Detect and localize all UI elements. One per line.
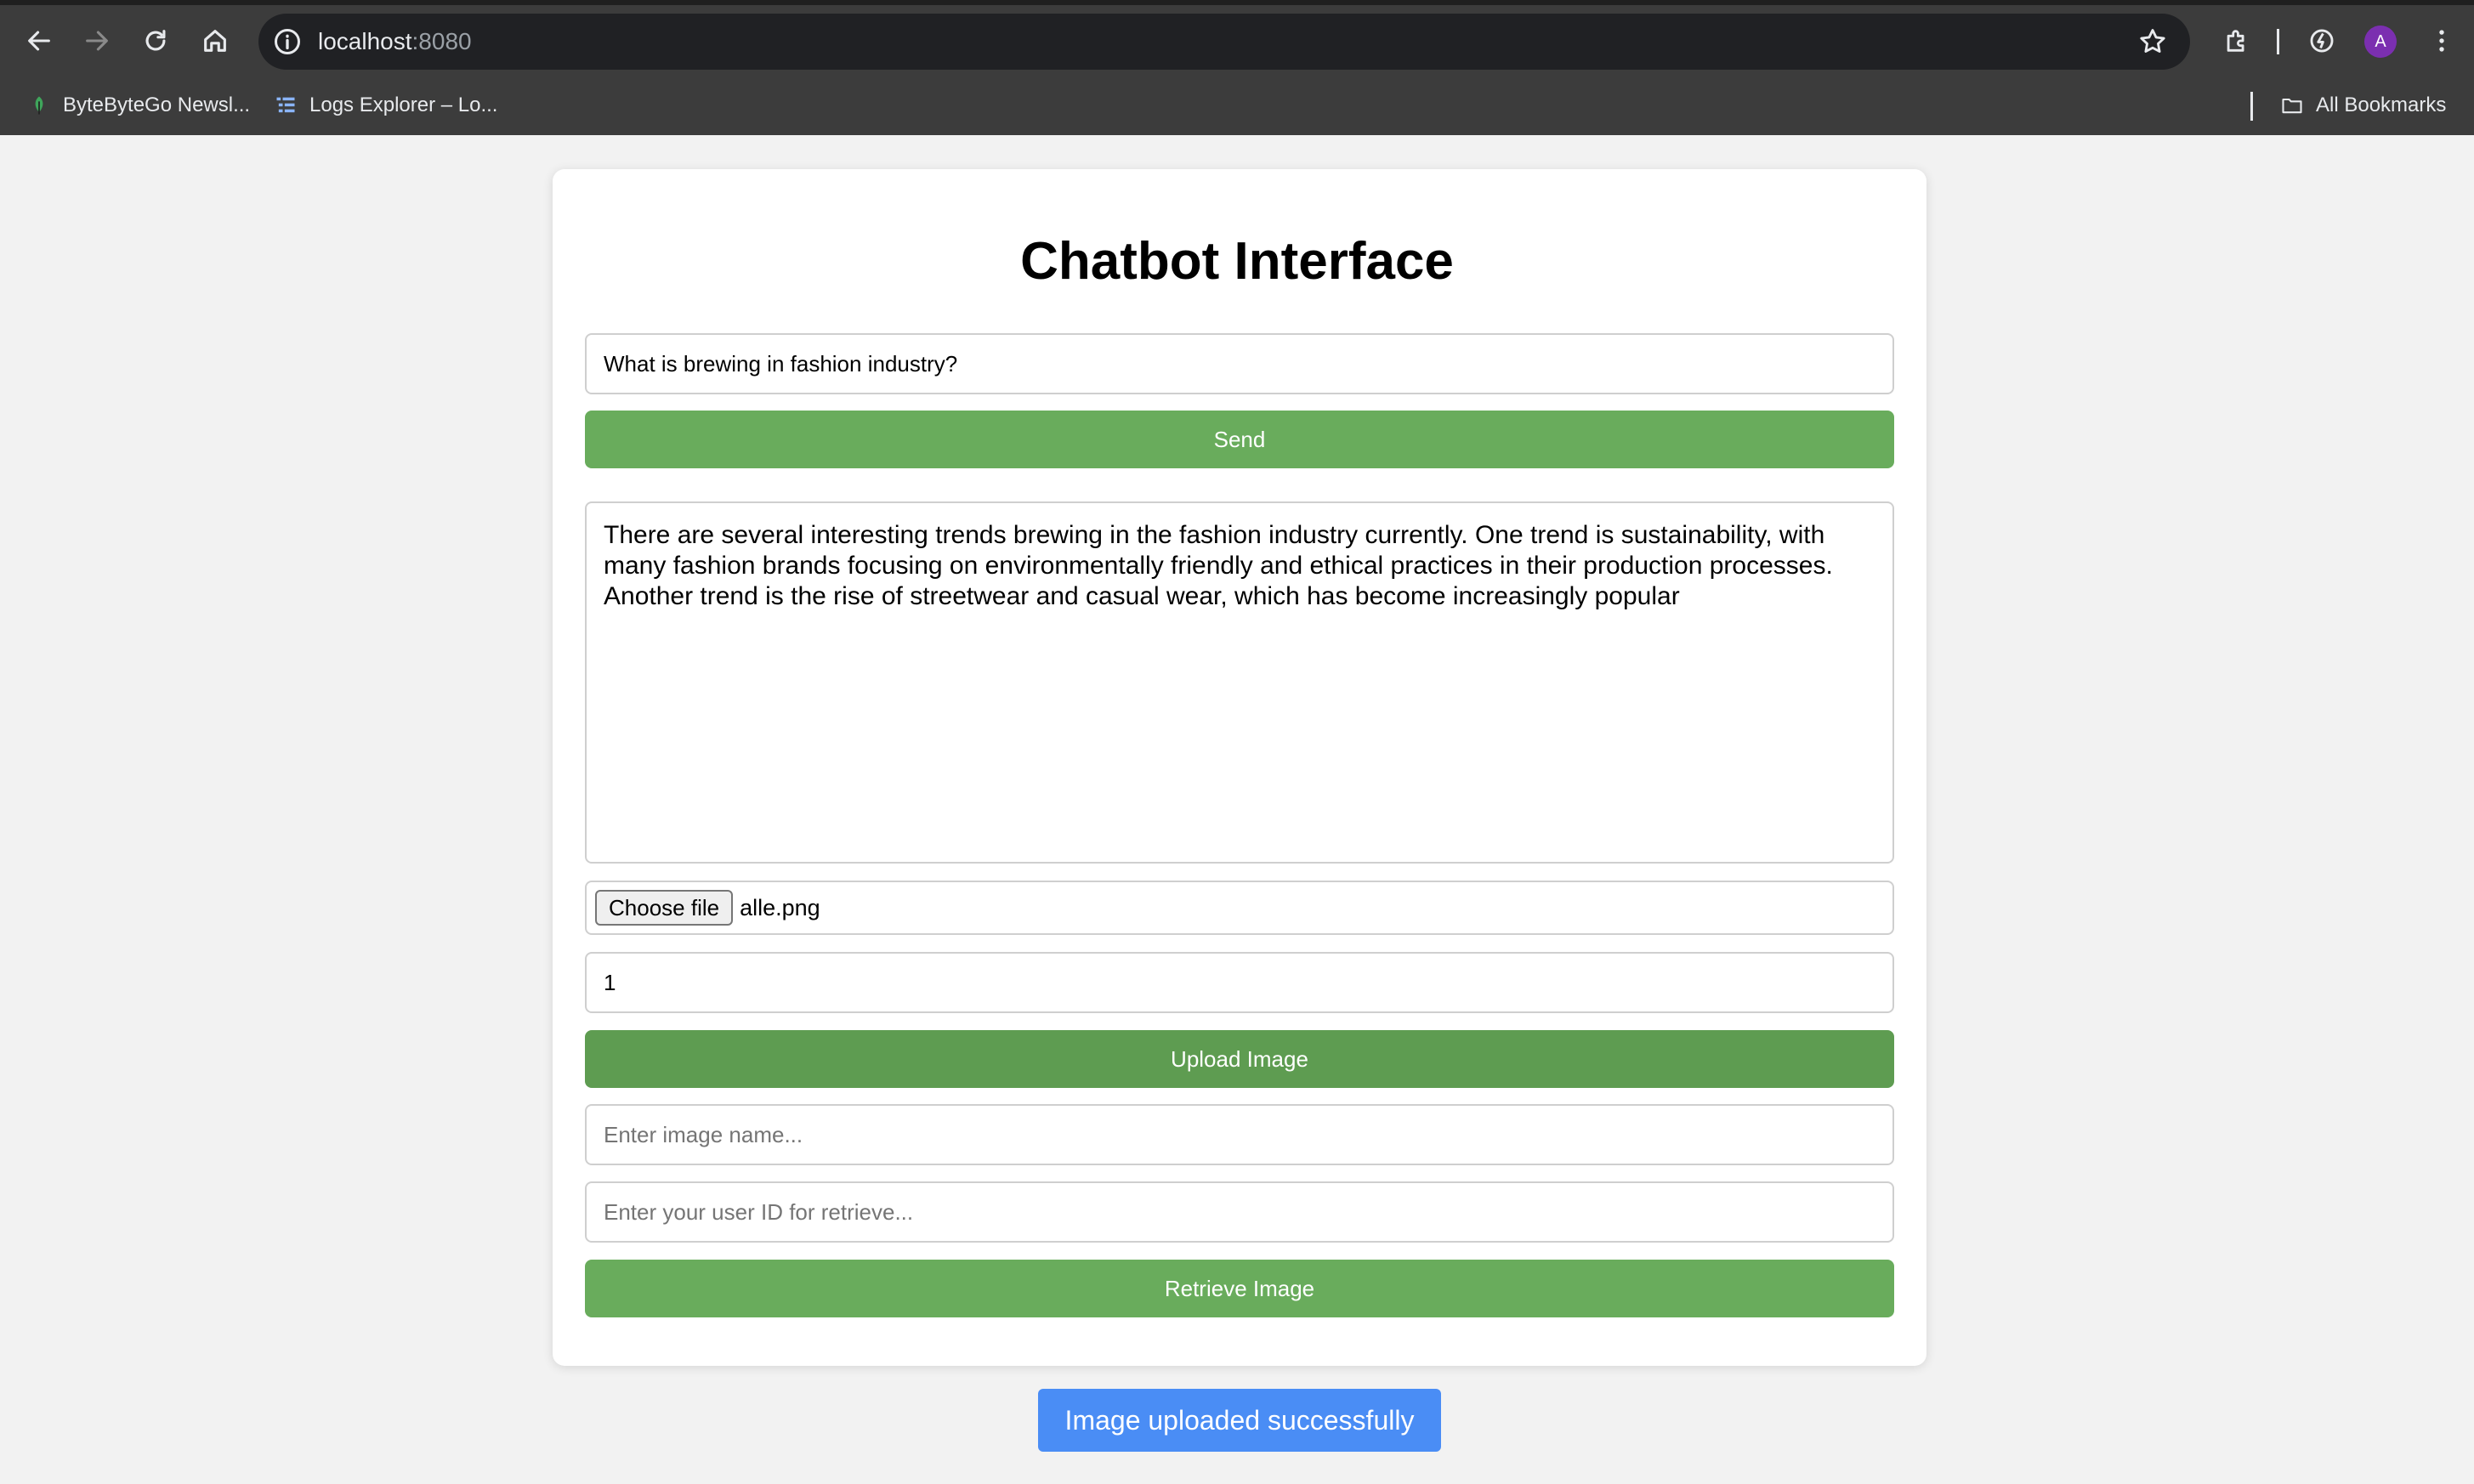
puzzle-icon [2227,30,2244,52]
page-title: Chatbot Interface [1020,232,1454,291]
selected-file-name: alle.png [740,894,820,920]
arrow-left-icon [28,31,50,51]
leaf-favicon-icon [35,96,43,115]
image-name-input[interactable] [585,1104,1894,1165]
query-input[interactable] [585,333,1894,394]
profile-avatar[interactable]: A [2364,25,2397,58]
home-icon [204,30,226,52]
tab-strip [0,0,2474,5]
toolbar-divider [2277,29,2279,54]
browser-chrome: localhost:8080 A ByteByteGo Newsl... Log… [0,0,2474,135]
file-input[interactable]: Choose file alle.png [585,881,1894,935]
status-toast: Image uploaded successfully [1038,1389,1441,1452]
retrieve-user-id-input[interactable] [585,1181,1894,1243]
browser-menu-button[interactable] [2423,22,2460,59]
bookmark-logs-explorer[interactable]: Logs Explorer – Lo... [274,88,497,122]
choose-file-button[interactable]: Choose file [595,890,734,926]
address-bar[interactable]: localhost:8080 [258,14,2190,70]
user-id-input[interactable] [585,952,1894,1013]
url-text[interactable]: localhost:8080 [318,14,472,70]
back-button[interactable] [20,22,58,59]
all-bookmarks-button[interactable]: All Bookmarks [2280,88,2446,122]
bookmark-bytebytego[interactable]: ByteByteGo Newsl... [27,88,250,122]
upload-image-button[interactable]: Upload Image [585,1030,1894,1088]
reload-button[interactable] [137,22,174,59]
performance-icon [2310,29,2334,53]
folder-icon [2282,98,2302,114]
reload-icon [145,30,166,51]
kebab-menu-icon [2439,30,2444,52]
all-bookmarks-label: All Bookmarks [2316,93,2447,116]
retrieve-image-button[interactable]: Retrieve Image [585,1260,1894,1317]
forward-button[interactable] [78,22,116,59]
response-box[interactable]: There are several interesting trends bre… [585,501,1894,864]
extensions-button[interactable] [2218,22,2256,59]
send-button[interactable]: Send [585,411,1894,468]
url-host: localhost [318,28,412,54]
site-info-icon[interactable] [272,26,303,57]
home-button[interactable] [196,22,234,59]
bookmark-star-icon[interactable] [2137,26,2168,57]
bookmark-label: ByteByteGo Newsl... [63,93,251,116]
performance-button[interactable] [2303,22,2341,59]
logs-favicon-icon [276,97,295,113]
bookmark-label: Logs Explorer – Lo... [309,93,498,116]
arrow-right-icon [86,31,108,51]
bookmarks-divider [2250,92,2253,121]
url-port: :8080 [411,28,472,54]
